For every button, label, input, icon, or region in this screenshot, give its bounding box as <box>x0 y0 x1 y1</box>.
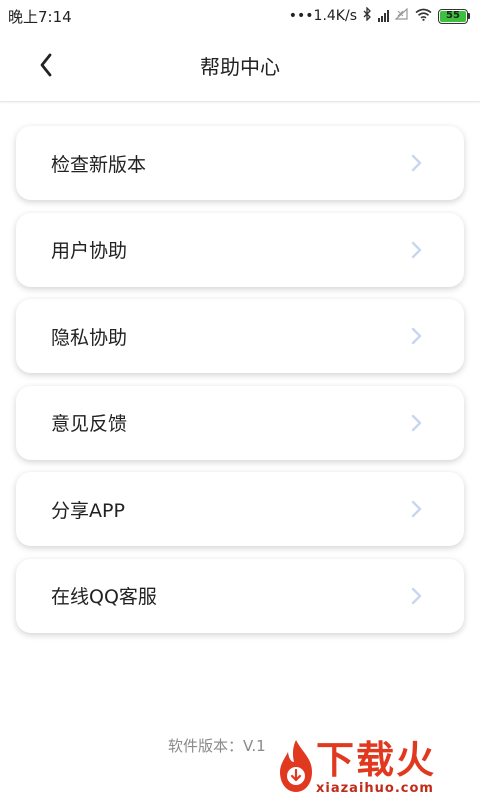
menu-item-check-update[interactable]: 检查新版本 <box>16 126 464 200</box>
status-icons: •••1.4K/s 55 <box>288 6 470 25</box>
menu-item-share-app[interactable]: 分享APP <box>16 472 464 546</box>
status-bar: 晚上7:14 •••1.4K/s 55 <box>0 0 480 32</box>
chevron-right-icon <box>411 327 422 345</box>
menu-item-qq-support[interactable]: 在线QQ客服 <box>16 558 464 633</box>
no-sim-icon <box>394 7 409 24</box>
app-version: 软件版本：V.1 <box>168 737 266 755</box>
chevron-right-icon <box>411 154 422 172</box>
wifi-icon <box>415 8 432 25</box>
network-speed: •••1.4K/s <box>288 8 357 24</box>
help-menu: 检查新版本 用户协助 隐私协助 意见反馈 分享APP 在线QQ客服 <box>16 126 464 645</box>
back-button[interactable] <box>28 49 64 85</box>
battery-level: 55 <box>440 10 466 22</box>
status-time: 晚上7:14 <box>8 7 72 26</box>
chevron-right-icon <box>411 241 422 258</box>
chevron-right-icon <box>411 587 422 604</box>
menu-item-feedback[interactable]: 意见反馈 <box>16 385 464 460</box>
watermark-logo: 下载火 xiazaihuo.com <box>272 736 472 798</box>
hd-signal-icon <box>378 10 389 22</box>
bluetooth-icon <box>363 6 372 25</box>
menu-item-label: 检查新版本 <box>51 153 147 176</box>
battery-icon: 55 <box>438 8 470 24</box>
menu-item-label: 用户协助 <box>51 240 128 262</box>
nav-bar: 帮助中心 <box>0 32 480 102</box>
menu-item-label: 在线QQ客服 <box>51 586 157 608</box>
menu-item-privacy-agreement[interactable]: 隐私协助 <box>16 299 464 373</box>
chevron-right-icon <box>411 500 422 518</box>
menu-item-label: 意见反馈 <box>51 413 128 435</box>
page-title: 帮助中心 <box>200 55 280 79</box>
watermark-url: xiazaihuo.com <box>316 781 434 796</box>
chevron-left-icon <box>39 53 53 81</box>
menu-item-label: 隐私协助 <box>51 326 128 349</box>
menu-item-label: 分享APP <box>51 499 125 522</box>
flame-icon <box>280 740 312 792</box>
menu-item-user-agreement[interactable]: 用户协助 <box>16 212 464 287</box>
watermark-brand: 下载火 <box>316 738 437 782</box>
chevron-right-icon <box>411 414 422 431</box>
